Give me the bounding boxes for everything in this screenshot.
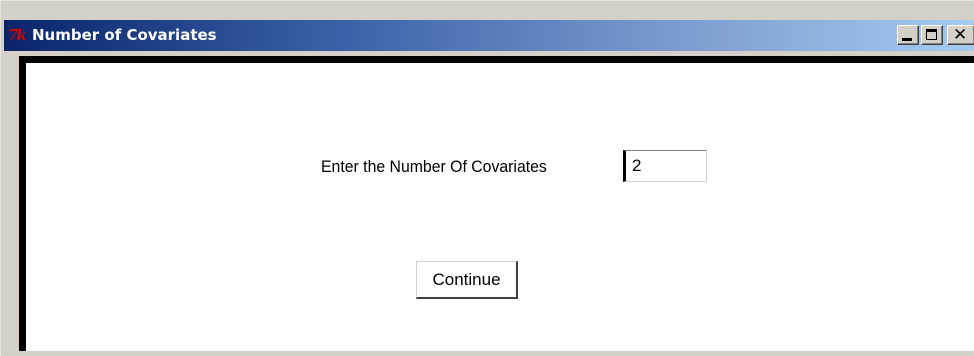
maximize-button[interactable] xyxy=(921,25,943,45)
close-button[interactable]: ✕ xyxy=(947,25,974,45)
continue-button[interactable]: Continue xyxy=(416,261,518,299)
window-frame-left xyxy=(1,51,19,356)
window-title: Number of Covariates xyxy=(32,26,217,44)
covariates-count-input[interactable] xyxy=(623,150,707,182)
title-bar[interactable]: 7k Number of Covariates ✕ xyxy=(4,20,974,51)
covariates-prompt-label: Enter the Number Of Covariates xyxy=(321,157,547,176)
dialog-content: Enter the Number Of Covariates Continue xyxy=(19,56,974,351)
minimize-button[interactable] xyxy=(897,25,919,45)
dialog-window: 7k Number of Covariates ✕ Enter the Numb… xyxy=(0,0,974,356)
window-frame-bottom xyxy=(1,351,974,356)
maximize-icon xyxy=(926,29,937,40)
tk-feather-icon: 7k xyxy=(8,26,27,44)
minimize-icon xyxy=(902,38,912,41)
close-icon: ✕ xyxy=(953,25,968,45)
